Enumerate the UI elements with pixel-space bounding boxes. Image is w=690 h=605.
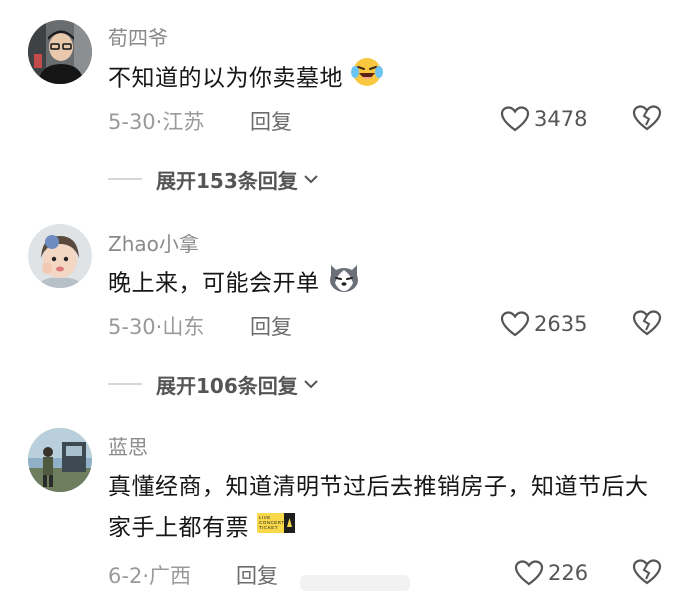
husky-dog-emoji-icon (327, 261, 361, 307)
comment-location: 广西 (149, 564, 191, 588)
comment-date: 5-30 (108, 315, 156, 339)
broken-heart-icon (632, 105, 662, 131)
avatar[interactable] (28, 224, 92, 288)
comment-text: 晚上来，可能会开单 (108, 261, 668, 307)
reply-button[interactable]: 回复 (236, 560, 278, 590)
expand-replies-button[interactable]: 展开106条回复 (108, 369, 320, 399)
heart-icon (500, 106, 530, 132)
comment-location: 山东 (162, 315, 205, 339)
expand-replies-label: 展开153条回复 (156, 168, 298, 193)
ticket-text: TICKET (259, 525, 278, 530)
like-count: 2635 (534, 312, 588, 336)
reply-button[interactable]: 回复 (250, 106, 292, 136)
like-button[interactable]: 3478 (500, 104, 587, 134)
comment-meta: 6-2·广西 (108, 560, 191, 590)
watermark-logo (300, 571, 410, 599)
comment-text-body: 真懂经商，知道清明节过后去推销房子，知道节后大家手上都有票 (108, 474, 649, 541)
username[interactable]: 荀四爷 (108, 22, 168, 51)
dislike-button[interactable] (632, 104, 662, 134)
divider-line (108, 178, 142, 180)
comment-text-body: 不知道的以为你卖墓地 (108, 65, 343, 92)
heart-icon (514, 560, 544, 586)
username[interactable]: 蓝思 (108, 431, 148, 460)
comment-date: 5-30 (108, 110, 156, 134)
divider-line (108, 383, 142, 385)
reply-button[interactable]: 回复 (250, 311, 292, 341)
comment-location: 江苏 (162, 110, 205, 134)
dislike-button[interactable] (632, 309, 662, 339)
broken-heart-icon (632, 310, 662, 336)
laughing-crying-emoji-icon (350, 56, 383, 102)
expand-replies-button[interactable]: 展开153条回复 (108, 164, 320, 194)
broken-heart-icon (632, 559, 662, 585)
comment-meta: 5-30·江苏 (108, 106, 204, 136)
username[interactable]: Zhao小拿 (108, 228, 199, 257)
avatar[interactable] (28, 428, 92, 492)
comment-date: 6-2 (108, 564, 143, 588)
like-count: 3478 (534, 107, 588, 131)
concert-ticket-emoji-icon: LIVE CONCERT TICKET (256, 508, 295, 549)
dislike-button[interactable] (632, 558, 662, 588)
separator: · (142, 564, 149, 588)
comment-text: 真懂经商，知道清明节过后去推销房子，知道节后大家手上都有票 LIVE CONCE… (108, 467, 668, 549)
like-button[interactable]: 2635 (500, 309, 587, 339)
like-button[interactable]: 226 (514, 558, 588, 588)
comment-text: 不知道的以为你卖墓地 (108, 56, 668, 102)
chevron-down-icon (304, 175, 318, 184)
comment-text-body: 晚上来，可能会开单 (108, 270, 320, 297)
chevron-down-icon (304, 380, 318, 389)
expand-replies-label: 展开106条回复 (156, 373, 298, 398)
heart-icon (500, 311, 530, 337)
like-count: 226 (548, 561, 589, 585)
comment-meta: 5-30·山东 (108, 311, 204, 341)
avatar[interactable] (28, 20, 92, 84)
